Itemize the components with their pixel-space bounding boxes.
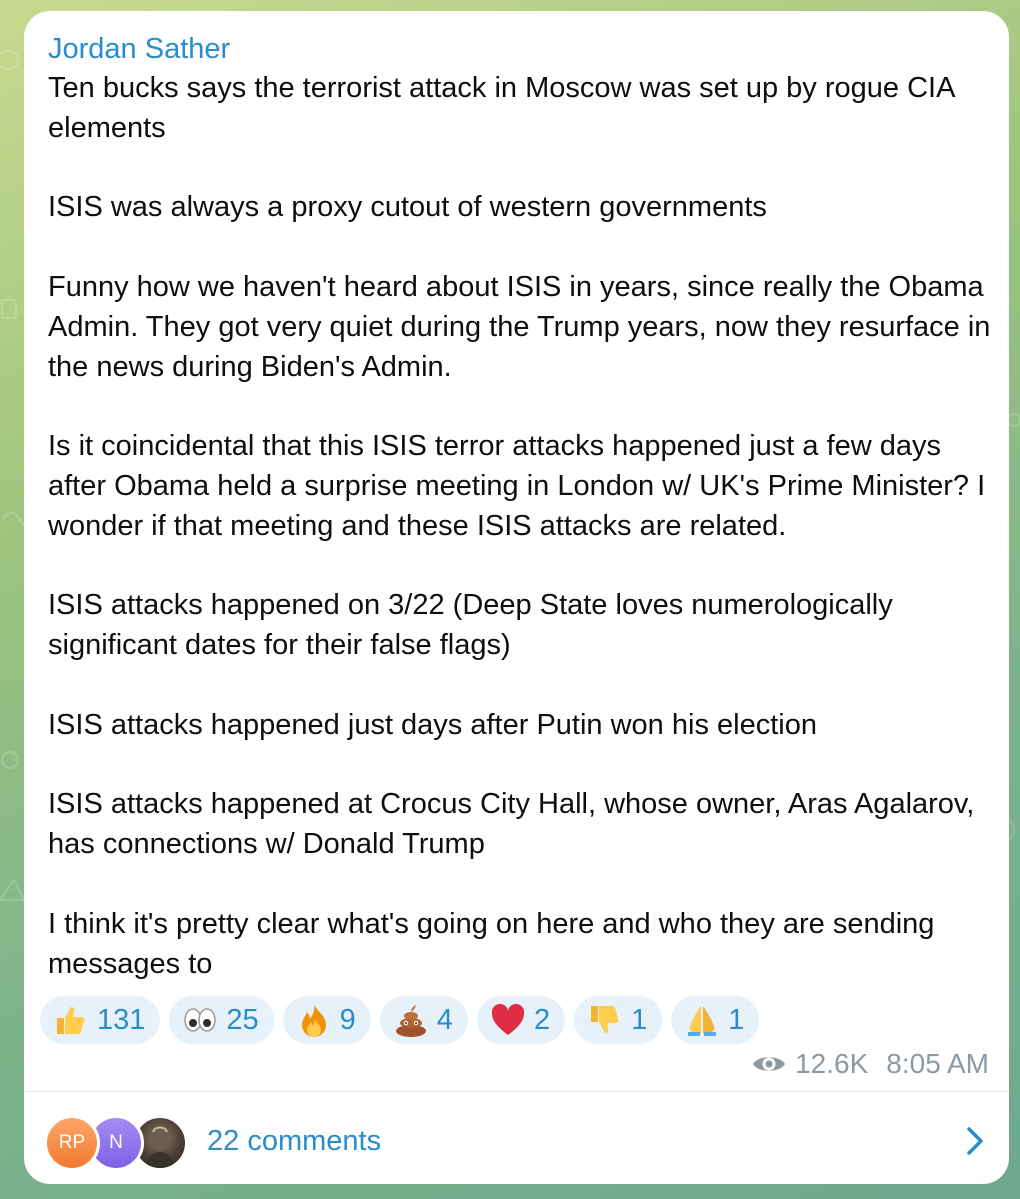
poop-icon — [395, 1005, 426, 1037]
commenter-avatars: RP N — [44, 1113, 189, 1171]
view-count: 12.6K — [795, 1048, 869, 1079]
post-meta: 12.6K 8:05 AM — [751, 1048, 989, 1080]
thumbs-up-icon — [57, 1007, 85, 1034]
thumbs-down-icon — [591, 1006, 619, 1033]
views-eye-icon — [753, 1057, 786, 1071]
eyes-icon — [184, 1008, 217, 1032]
reaction-count: 1 — [631, 1003, 648, 1036]
reaction-fire[interactable]: 9 — [282, 996, 371, 1044]
reaction-count: 9 — [339, 1003, 356, 1036]
reaction-heart[interactable]: 2 — [476, 996, 566, 1044]
comments-divider — [24, 1091, 1009, 1092]
reaction-count: 4 — [436, 1003, 453, 1036]
reaction-pray[interactable]: 1 — [671, 996, 760, 1044]
comments-count-label: 22 comments — [207, 1124, 382, 1157]
reaction-poop[interactable]: 4 — [379, 996, 468, 1044]
reaction-count: 25 — [226, 1003, 259, 1036]
channel-post-bubble: Jordan Sather Ten bucks says the terrori… — [24, 11, 1009, 1184]
avatar: RP — [44, 1115, 100, 1171]
fire-icon — [301, 1004, 326, 1037]
reaction-thumbs-down[interactable]: 1 — [574, 996, 663, 1044]
reaction-count: 131 — [97, 1003, 146, 1036]
reaction-count: 1 — [728, 1003, 745, 1036]
reaction-count: 2 — [533, 1003, 551, 1036]
reaction-thumbs-up[interactable]: 131 — [40, 996, 161, 1044]
author-name[interactable]: Jordan Sather — [48, 31, 230, 67]
comments-button[interactable]: RP N 22 comments — [44, 1111, 989, 1171]
reaction-eyes[interactable]: 25 — [169, 996, 274, 1044]
heart-icon — [491, 1003, 524, 1035]
post-text: Ten bucks says the terrorist attack in M… — [48, 72, 991, 980]
reactions-bar: 131 25 9 4 2 1 1 — [40, 996, 760, 1044]
pray-icon — [688, 1006, 717, 1036]
chevron-right-icon — [967, 1127, 983, 1155]
post-time: 8:05 AM — [886, 1048, 989, 1079]
